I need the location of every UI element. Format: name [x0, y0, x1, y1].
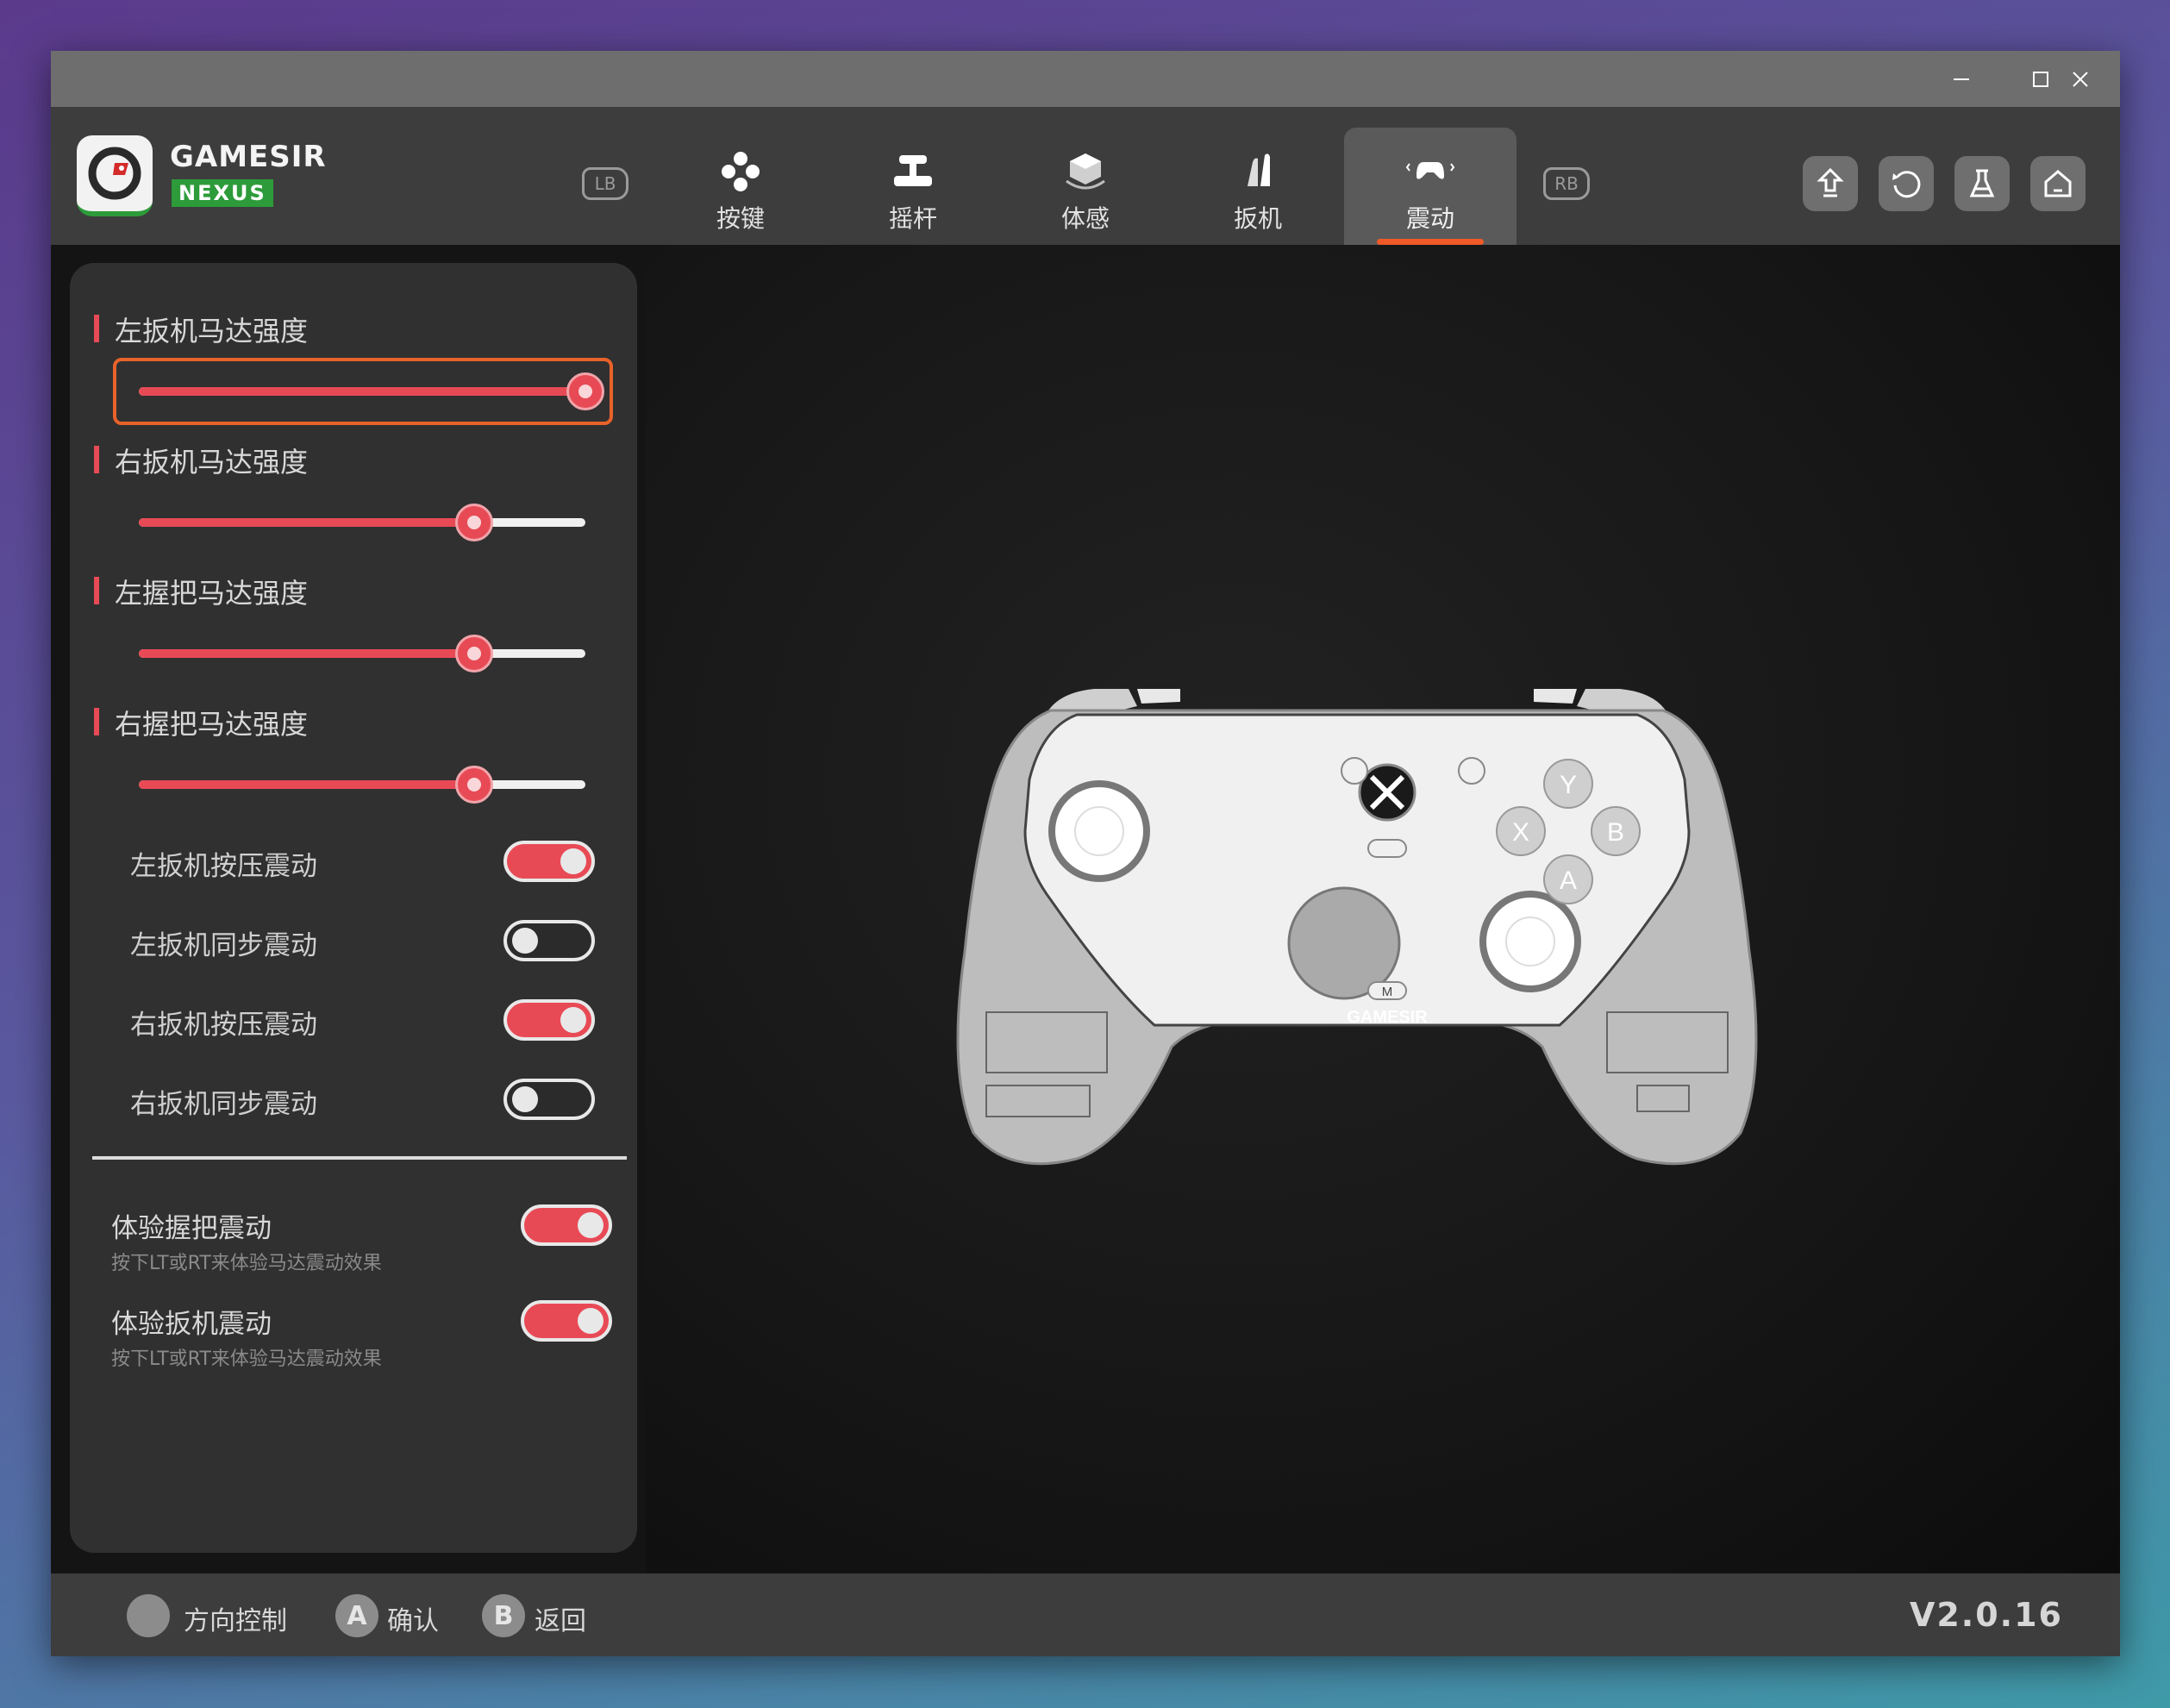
- m-button-label: M: [1382, 985, 1393, 999]
- home-button[interactable]: [2030, 156, 2086, 211]
- experience-grip-title: 体验握把震动: [111, 1213, 272, 1244]
- joystick-icon: [894, 155, 932, 186]
- close-icon[interactable]: [2041, 51, 2120, 107]
- controller-preview-area: Y X B A M GAMESIR: [646, 245, 2120, 1573]
- toggle-experience-grip[interactable]: [521, 1204, 612, 1246]
- hint-direction-label: 方向控制: [184, 1606, 287, 1636]
- tab-joystick[interactable]: 摇杆: [827, 128, 999, 245]
- tab-label: 体感: [1060, 204, 1110, 233]
- reset-icon: [1892, 171, 1921, 198]
- gamepad-vibration-icon: [1405, 162, 1455, 179]
- header-bar: GAMESIR NEXUS LB 按键 摇杆 体感 扳机 震动 RB: [51, 107, 2120, 245]
- slider-right-grip-motor[interactable]: [139, 766, 585, 804]
- flask-icon: [1969, 169, 1995, 197]
- controller-brand-text: GAMESIR: [1347, 1008, 1428, 1027]
- face-button-b: B: [1607, 818, 1624, 847]
- tab-motion[interactable]: 体感: [999, 128, 1172, 245]
- version-label: V2.0.16: [1909, 1596, 2063, 1634]
- tab-label: 摇杆: [888, 204, 937, 233]
- rb-bumper-icon[interactable]: RB: [1543, 167, 1590, 200]
- slider-knob[interactable]: [454, 766, 493, 804]
- experience-grip-subtitle: 按下LT或RT来体验马达震动效果: [111, 1253, 382, 1274]
- toggle-left-trigger-press[interactable]: [503, 841, 595, 882]
- minimize-icon[interactable]: [1922, 51, 2001, 107]
- face-button-a: A: [1560, 867, 1577, 895]
- controller-illustration: Y X B A M GAMESIR: [956, 689, 1758, 1166]
- section-divider: [92, 1156, 627, 1160]
- reset-button[interactable]: [1879, 156, 1934, 211]
- slider-label-right-trigger: 右扳机马达强度: [94, 441, 308, 480]
- tab-trigger[interactable]: 扳机: [1172, 128, 1344, 245]
- tab-vibration[interactable]: 震动: [1344, 128, 1516, 245]
- tab-label: 扳机: [1233, 204, 1282, 233]
- app-window: GAMESIR NEXUS LB 按键 摇杆 体感 扳机 震动 RB 左扳机马达…: [51, 51, 2120, 1656]
- slider-label-right-grip: 右握把马达强度: [94, 703, 308, 742]
- toggle-label-right-trigger-sync: 右扳机同步震动: [130, 1089, 317, 1120]
- upload-icon: [1817, 167, 1844, 197]
- slider-right-trigger-motor[interactable]: [139, 504, 585, 541]
- vibration-settings-panel: 左扳机马达强度 右扳机马达强度 左握把马达强度 右握把马达强度 左扳机按压震动 …: [70, 263, 637, 1553]
- active-tab-indicator: [1377, 239, 1484, 245]
- toggle-right-trigger-sync[interactable]: [503, 1079, 595, 1120]
- tab-label: 按键: [716, 204, 765, 233]
- footer-bar: 方向控制 A 确认 B 返回 V2.0.16: [51, 1573, 2120, 1656]
- dpad-hint-icon: [127, 1594, 170, 1637]
- gamesir-logo-icon: [77, 135, 153, 216]
- toggle-label-right-trigger-press: 右扳机按压震动: [130, 1010, 317, 1041]
- slider-label-left-grip: 左握把马达强度: [94, 572, 308, 611]
- toggle-label-left-trigger-sync: 左扳机同步震动: [130, 930, 317, 961]
- toggle-label-left-trigger-press: 左扳机按压震动: [130, 851, 317, 882]
- brand-subname: NEXUS: [172, 179, 273, 207]
- tab-buttons[interactable]: 按键: [654, 128, 827, 245]
- experience-trigger-subtitle: 按下LT或RT来体验马达震动效果: [111, 1348, 382, 1370]
- b-button-hint-icon: B: [482, 1594, 525, 1637]
- slider-knob[interactable]: [454, 504, 493, 541]
- toggle-left-trigger-sync[interactable]: [503, 920, 595, 961]
- hint-confirm-label: 确认: [387, 1606, 439, 1636]
- lb-bumper-icon[interactable]: LB: [582, 167, 628, 200]
- test-button[interactable]: [1954, 156, 2010, 211]
- brand-name: GAMESIR: [170, 140, 327, 174]
- trigger-icon: [1248, 153, 1270, 186]
- face-button-x: X: [1512, 818, 1529, 847]
- face-button-y: Y: [1560, 771, 1577, 799]
- experience-trigger-title: 体验扳机震动: [111, 1309, 272, 1340]
- slider-label-left-trigger: 左扳机马达强度: [94, 310, 308, 349]
- hint-back-label: 返回: [535, 1606, 586, 1636]
- slider-knob[interactable]: [566, 372, 604, 410]
- slider-left-trigger-motor[interactable]: [139, 372, 604, 410]
- toggle-right-trigger-press[interactable]: [503, 999, 595, 1041]
- home-icon: [2044, 170, 2072, 197]
- a-button-hint-icon: A: [335, 1594, 378, 1637]
- upload-button[interactable]: [1803, 156, 1858, 211]
- title-bar: [51, 51, 2120, 107]
- buttons-icon: [722, 152, 760, 191]
- toggle-experience-trigger[interactable]: [521, 1300, 612, 1342]
- motion-icon: [1066, 153, 1105, 190]
- slider-knob[interactable]: [454, 635, 493, 673]
- slider-left-grip-motor[interactable]: [139, 635, 585, 673]
- tab-label: 震动: [1405, 204, 1454, 233]
